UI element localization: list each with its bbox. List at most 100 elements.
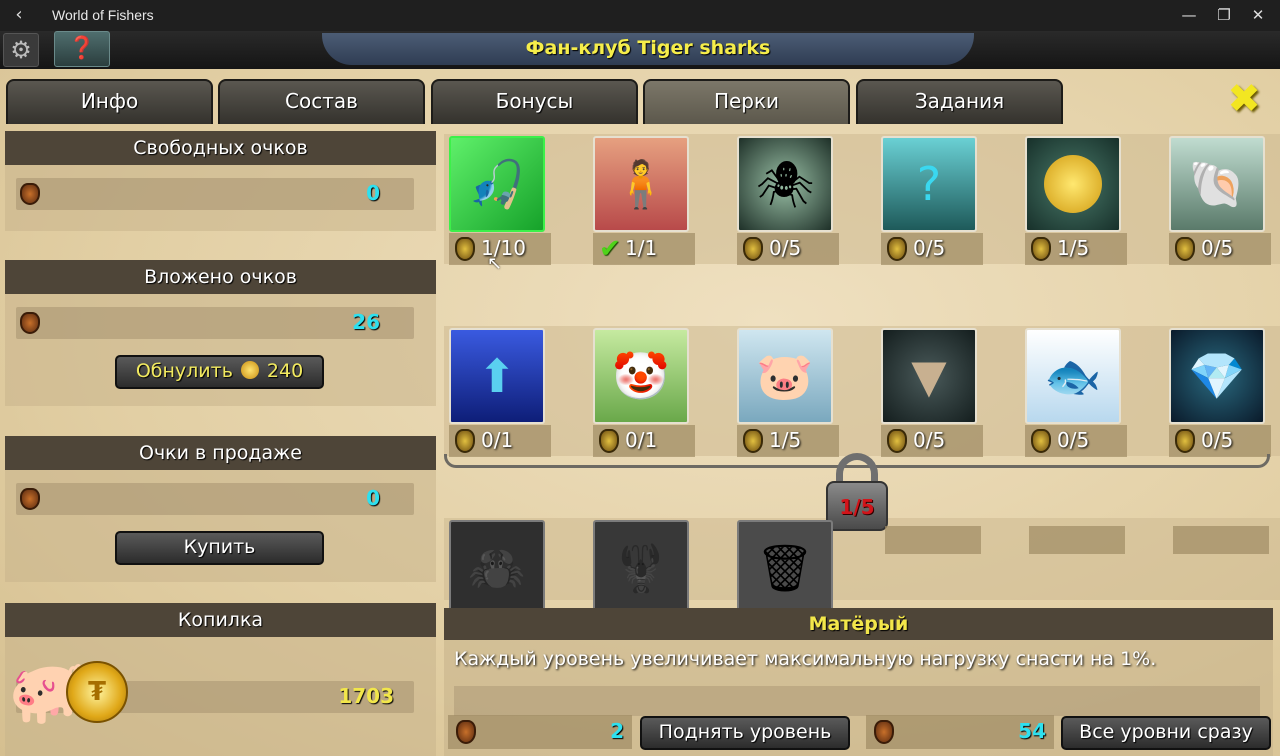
perk-point-icon <box>1175 429 1195 453</box>
perk-count: 0/5 <box>769 236 802 260</box>
description-line <box>454 686 1260 716</box>
fishing-rod-icon: 🎣 <box>449 136 545 232</box>
perk-nautilus[interactable]: 🐚 0/5 <box>1166 136 1271 265</box>
piggy-bank-title: Копилка <box>5 603 436 637</box>
perk-count: 0/1 <box>625 428 658 452</box>
free-points-value: 0 <box>366 181 380 205</box>
perk-piggy-bank[interactable]: 🐷 1/5 <box>734 328 839 457</box>
perk-count-box: 0/5 <box>881 425 983 457</box>
all-levels-button[interactable]: Все уровни сразу <box>1061 716 1271 750</box>
tab-roster[interactable]: Состав <box>218 79 425 124</box>
points-for-sale-bar: 0 <box>16 483 414 515</box>
gear-icon[interactable]: ⚙ <box>3 33 39 67</box>
perk-point-icon <box>743 237 763 261</box>
tab-bonuses[interactable]: Бонусы <box>431 79 638 124</box>
perk-count: 0/1 <box>481 428 514 452</box>
checkmark-icon: ✔ <box>599 234 621 264</box>
trash-bin-icon: 🗑 <box>737 520 833 616</box>
minimize-icon[interactable]: — <box>1178 5 1200 25</box>
tab-info[interactable]: Инфо <box>6 79 213 124</box>
perk-mystery-fish[interactable]: ? 0/5 <box>878 136 983 265</box>
empty-perk-slot <box>885 526 981 554</box>
perk-count-box: 0/5 <box>1169 233 1271 265</box>
mouse-cursor-icon: ↖ <box>487 253 503 274</box>
perk-count-box: 0/5 <box>1025 425 1127 457</box>
piggy-bank-value: 1703 <box>338 684 394 708</box>
level-up-button[interactable]: Поднять уровень <box>640 716 850 750</box>
perk-point-icon <box>1031 237 1051 261</box>
tab-perks[interactable]: Перки <box>643 79 850 124</box>
perk-spider[interactable]: 🕷 0/5 <box>734 136 839 265</box>
reset-points-button[interactable]: Обнулить 240 <box>115 355 324 389</box>
shield-badge-icon <box>20 183 40 205</box>
perk-row-1-bg <box>444 134 1280 264</box>
window-titlebar: ‹ World of Fishers — ❐ ✕ <box>0 0 1280 31</box>
perk-count-box: 1/5 <box>737 425 839 457</box>
perk-row-2-bg <box>444 326 1280 456</box>
points-for-sale-value: 0 <box>366 486 380 510</box>
all-levels-cost-bar: 54 <box>866 715 1054 749</box>
crystal-fish-icon: 🐟 <box>1025 328 1121 424</box>
club-title: Фан-клуб Tiger sharks <box>322 33 974 65</box>
buy-points-button[interactable]: Купить <box>115 531 324 565</box>
fisherman-icon: 🧍 <box>593 136 689 232</box>
free-points-bar: 0 <box>16 178 414 210</box>
perk-point-icon <box>887 429 907 453</box>
perk-point-icon <box>887 237 907 261</box>
shield-badge-icon <box>874 720 894 744</box>
perk-description-title: Матёрый <box>444 608 1273 640</box>
arrow-up-icon: ⬆ <box>449 328 545 424</box>
gold-coin-icon <box>1025 136 1121 232</box>
spider-icon: 🕷 <box>737 136 833 232</box>
perk-arrow-up[interactable]: ⬆ 0/1 <box>446 328 551 457</box>
window-title: World of Fishers <box>52 7 154 23</box>
invested-points-bar: 26 <box>16 307 414 339</box>
level-cost-value: 2 <box>610 719 624 743</box>
perk-count-box: 0/1 <box>593 425 695 457</box>
jack-in-box-icon: 🤡 <box>593 328 689 424</box>
perk-point-icon <box>743 429 763 453</box>
restore-icon[interactable]: ❐ <box>1213 5 1235 25</box>
close-icon[interactable]: ✕ <box>1247 5 1269 25</box>
lobster-icon: 🦞 <box>593 520 689 616</box>
reset-label: Обнулить <box>135 360 233 382</box>
diamond-icon: 💎 <box>1169 328 1265 424</box>
perk-jack-in-box[interactable]: 🤡 0/1 <box>590 328 695 457</box>
tab-tasks[interactable]: Задания <box>856 79 1063 124</box>
perk-description-text: Каждый уровень увеличивает максимальную … <box>454 648 1157 670</box>
mystery-fish-icon: ? <box>881 136 977 232</box>
perk-count: 0/5 <box>913 236 946 260</box>
invested-points-value: 26 <box>352 310 380 334</box>
perk-shark-tooth[interactable]: ▼ 0/5 <box>878 328 983 457</box>
level-cost-bar: 2 <box>448 715 632 749</box>
perk-gold-coin[interactable]: 1/5 <box>1022 136 1127 265</box>
perk-crystal-fish[interactable]: 🐟 0/5 <box>1022 328 1127 457</box>
lock-progress: 1/5 <box>826 481 888 531</box>
fishing-bait-icon[interactable]: ❓ <box>54 31 110 67</box>
shield-badge-icon <box>456 720 476 744</box>
perk-fisherman[interactable]: 🧍 ✔ 1/1 <box>590 136 695 265</box>
perk-count-box: 0/1 <box>449 425 551 457</box>
perk-count-box: 0/5 <box>737 233 839 265</box>
perk-point-icon <box>1175 237 1195 261</box>
gold-coin-icon: ₮ <box>66 661 128 723</box>
reset-cost: 240 <box>266 360 304 382</box>
empty-perk-slot <box>1173 526 1269 554</box>
perk-count-box: 0/5 <box>1169 425 1271 457</box>
close-panel-icon[interactable]: ✖ <box>1226 79 1262 119</box>
perk-tackle-load[interactable]: 🎣 1/10 <box>446 136 551 265</box>
back-icon[interactable]: ‹ <box>10 5 28 25</box>
piggy-bank-icon: 🐷 <box>737 328 833 424</box>
perk-point-icon <box>599 429 619 453</box>
all-levels-cost-value: 54 <box>1018 719 1046 743</box>
perk-count: 1/5 <box>1057 236 1090 260</box>
game-area: ⚙ ❓ Фан-клуб Tiger sharks ✖ Инфо Состав … <box>0 31 1280 756</box>
perk-count-box: 1/5 <box>1025 233 1127 265</box>
empty-perk-slot <box>1029 526 1125 554</box>
points-for-sale-title: Очки в продаже <box>5 436 436 470</box>
perk-count: 1/1 <box>625 236 658 260</box>
coin-icon <box>240 361 259 379</box>
perk-count: 0/5 <box>1201 236 1234 260</box>
invested-points-title: Вложено очков <box>5 260 436 294</box>
perk-diamond[interactable]: 💎 0/5 <box>1166 328 1271 457</box>
